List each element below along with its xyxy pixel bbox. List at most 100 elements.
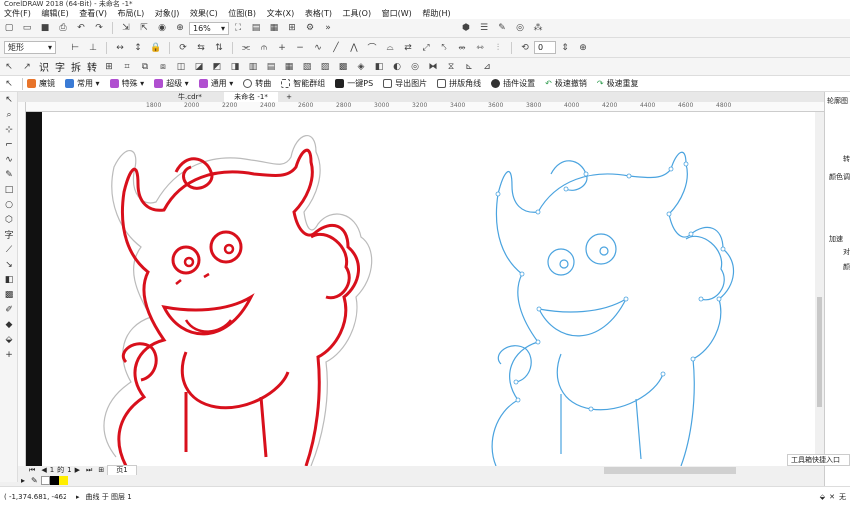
artistic-media-icon[interactable]: ✎ <box>0 167 18 182</box>
undo-icon[interactable]: ↶ <box>75 22 87 34</box>
plugin-special[interactable]: 特殊 ▾ <box>109 78 144 89</box>
rectangle-tool-icon[interactable]: □ <box>0 182 18 197</box>
table-icon[interactable]: ▧ <box>301 61 313 73</box>
menu-file[interactable]: 文件(F) <box>4 9 31 18</box>
extend-icon[interactable]: ⤢ <box>420 42 432 54</box>
redo-icon[interactable]: ↷ <box>93 22 105 34</box>
trim-icon[interactable]: ◩ <box>211 61 223 73</box>
open-folder-icon[interactable]: ▭ <box>21 22 33 34</box>
options-icon[interactable]: ⚙ <box>304 22 316 34</box>
node-add-icon[interactable]: + <box>276 42 288 54</box>
order-icon[interactable]: ▦ <box>283 61 295 73</box>
dimension-icon[interactable]: ⊿ <box>481 61 493 73</box>
contour-icon[interactable]: ◎ <box>409 61 421 73</box>
shape-type-select[interactable]: 矩形 ▾ <box>4 41 56 54</box>
node-pointer-icon[interactable]: ↗ <box>21 61 33 73</box>
crop-icon[interactable]: ⌗ <box>121 61 133 73</box>
show-rulers-icon[interactable]: ▤ <box>250 22 262 34</box>
scale-icon[interactable]: ↕ <box>132 42 144 54</box>
select-all-nodes-icon[interactable]: ⊕ <box>577 42 589 54</box>
zoom-tool-icon[interactable]: ⌕ <box>0 107 18 122</box>
stretch-icon[interactable]: ⇿ <box>474 42 486 54</box>
plugin-imposition-marks[interactable]: 拼版角线 <box>437 78 481 89</box>
cursor-icon[interactable]: ↖ <box>3 78 15 90</box>
plugin-settings[interactable]: 插件设置 <box>491 78 535 89</box>
paint-bucket-icon[interactable]: ⬢ <box>460 22 472 34</box>
add-tab-icon[interactable]: + <box>286 93 292 101</box>
play-icon[interactable]: ▸ <box>76 493 80 501</box>
line-icon[interactable]: ╱ <box>330 42 342 54</box>
cusp-icon[interactable]: ⋀ <box>348 42 360 54</box>
export-icon[interactable]: ⇱ <box>138 22 150 34</box>
menu-edit[interactable]: 编辑(E) <box>41 9 68 18</box>
vertical-scrollbar[interactable] <box>815 112 824 466</box>
trace-icon[interactable]: ◈ <box>355 61 367 73</box>
plugin-convert-curve[interactable]: 转曲 <box>243 78 271 89</box>
corel-connect-icon[interactable]: ◉ <box>156 22 168 34</box>
tool-split[interactable]: 拆 <box>71 59 81 74</box>
node-count-field[interactable]: 0 <box>534 41 556 54</box>
transparency-icon[interactable]: ◐ <box>391 61 403 73</box>
menu-tools[interactable]: 工具(O) <box>343 9 372 18</box>
new-document-icon[interactable]: ▢ <box>3 22 15 34</box>
launch-icon[interactable]: » <box>322 22 334 34</box>
symmetric-icon[interactable]: ⌓ <box>384 42 396 54</box>
extract-icon[interactable]: ⤣ <box>438 42 450 54</box>
plugin-fast-redo[interactable]: ↷ 极速重复 <box>597 78 639 89</box>
rotate-icon[interactable]: ⟳ <box>177 42 189 54</box>
tab-niu-cdr[interactable]: 牛.cdr* <box>168 92 212 102</box>
black-swatch[interactable] <box>49 476 59 485</box>
plugin-one-click-ps[interactable]: 一键PS <box>335 78 373 89</box>
snap-to-icon[interactable]: ⊞ <box>286 22 298 34</box>
lock-ratio-icon[interactable]: 🔒 <box>150 42 162 54</box>
shape-tool-icon[interactable]: ⊹ <box>0 122 18 137</box>
full-screen-icon[interactable]: ⛶ <box>232 22 244 34</box>
prev-page-icon[interactable]: ◀ <box>41 466 46 475</box>
position-x-icon[interactable]: ⊢ <box>69 42 81 54</box>
connector-tool-icon[interactable]: ↘ <box>0 257 18 272</box>
smooth-icon[interactable]: ⌒ <box>366 42 378 54</box>
zoom-in-icon[interactable]: ⊕ <box>174 22 186 34</box>
menu-object[interactable]: 对象(J) <box>155 9 180 18</box>
first-page-icon[interactable]: ⏮ <box>29 466 35 475</box>
plugin-super[interactable]: 超级 ▾ <box>154 78 189 89</box>
pick-tool-icon[interactable]: ↖ <box>0 92 18 107</box>
add-tool-icon[interactable]: + <box>0 347 18 362</box>
tool-convert[interactable]: 转 <box>87 59 97 74</box>
brush-icon[interactable]: ✎ <box>496 22 508 34</box>
freehand-tool-icon[interactable]: ∿ <box>0 152 18 167</box>
node-delete-icon[interactable]: − <box>294 42 306 54</box>
crop-tool-icon[interactable]: ⌐ <box>0 137 18 152</box>
last-page-icon[interactable]: ⏭ <box>86 466 92 475</box>
tool-text[interactable]: 字 <box>55 59 65 74</box>
drawing-canvas[interactable] <box>26 112 824 466</box>
no-color-swatch[interactable] <box>40 476 50 485</box>
list-icon[interactable]: ☰ <box>478 22 490 34</box>
apps-icon[interactable]: ⁂ <box>532 22 544 34</box>
blend-icon[interactable]: ⧓ <box>427 61 439 73</box>
menu-bitmaps[interactable]: 位图(B) <box>228 9 256 18</box>
vertical-scroll-thumb[interactable] <box>817 297 822 407</box>
eyedropper-icon[interactable]: ✎ <box>31 476 38 485</box>
tab-untitled[interactable]: 未命名 -1* <box>224 92 278 102</box>
text-tool-icon[interactable]: 字 <box>0 227 18 242</box>
group-icon[interactable]: ⧉ <box>139 61 151 73</box>
ungroup-icon[interactable]: ⧈ <box>157 61 169 73</box>
reflect-icon[interactable]: ⟲ <box>519 42 531 54</box>
plugin-export-image[interactable]: 导出图片 <box>383 78 427 89</box>
combine-icon[interactable]: ◫ <box>175 61 187 73</box>
add-page-icon[interactable]: ⊞ <box>98 466 104 475</box>
plugin-fast-undo[interactable]: ↶ 极速撤销 <box>545 78 587 89</box>
blue-cow-drawing[interactable] <box>491 151 735 466</box>
plugin-magic-mirror[interactable]: 魔镜 <box>27 78 55 89</box>
reverse-icon[interactable]: ⇄ <box>402 42 414 54</box>
plugin-common[interactable]: 常用 ▾ <box>65 78 100 89</box>
stepper-icon[interactable]: ⇕ <box>559 42 571 54</box>
mirror-v-icon[interactable]: ⇅ <box>213 42 225 54</box>
red-cow-drawing[interactable] <box>103 134 373 466</box>
shadow-icon[interactable]: ◧ <box>373 61 385 73</box>
bitmap-icon[interactable]: ▩ <box>337 61 349 73</box>
curve-icon[interactable]: ∿ <box>312 42 324 54</box>
menu-layout[interactable]: 布局(L) <box>118 9 145 18</box>
menu-window[interactable]: 窗口(W) <box>382 9 412 18</box>
